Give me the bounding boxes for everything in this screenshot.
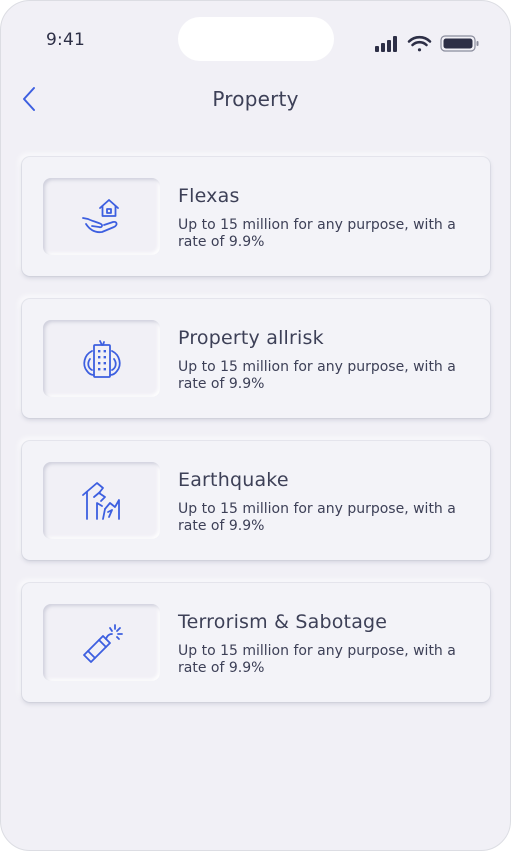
icon-container xyxy=(43,462,160,539)
card-title: Earthquake xyxy=(178,469,289,491)
icon-container xyxy=(43,320,160,397)
dynamic-island xyxy=(178,17,334,61)
card-title: Property allrisk xyxy=(178,327,324,349)
signal-icon xyxy=(375,36,397,52)
building-fire-icon xyxy=(82,339,121,378)
insurance-card-property-allrisk[interactable]: Property allrisk Up to 15 million for an… xyxy=(22,299,490,418)
battery-icon xyxy=(440,35,479,52)
card-description: Up to 15 million for any purpose, with a… xyxy=(178,643,456,676)
phone-screen: 9:41 Property Flexas Up to 15 million fo… xyxy=(0,0,511,851)
insurance-card-terrorism-sabotage[interactable]: Terrorism & Sabotage Up to 15 million fo… xyxy=(22,583,490,702)
card-description: Up to 15 million for any purpose, with a… xyxy=(178,359,456,392)
dynamite-icon xyxy=(82,623,123,663)
card-description: Up to 15 million for any purpose, with a… xyxy=(178,217,456,250)
icon-container xyxy=(43,604,160,681)
wifi-icon xyxy=(407,35,432,52)
insurance-card-flexas[interactable]: Flexas Up to 15 million for any purpose,… xyxy=(22,157,490,276)
status-time: 9:41 xyxy=(46,30,85,50)
hand-house-icon xyxy=(81,198,119,233)
cracked-house-icon xyxy=(81,481,120,520)
page-title: Property xyxy=(212,87,299,111)
insurance-card-earthquake[interactable]: Earthquake Up to 15 million for any purp… xyxy=(22,441,490,560)
card-title: Terrorism & Sabotage xyxy=(178,611,388,633)
insurance-list: Flexas Up to 15 million for any purpose,… xyxy=(22,157,490,725)
card-title: Flexas xyxy=(178,185,240,207)
card-description: Up to 15 million for any purpose, with a… xyxy=(178,501,456,534)
status-icons xyxy=(373,34,483,56)
icon-container xyxy=(43,178,160,255)
